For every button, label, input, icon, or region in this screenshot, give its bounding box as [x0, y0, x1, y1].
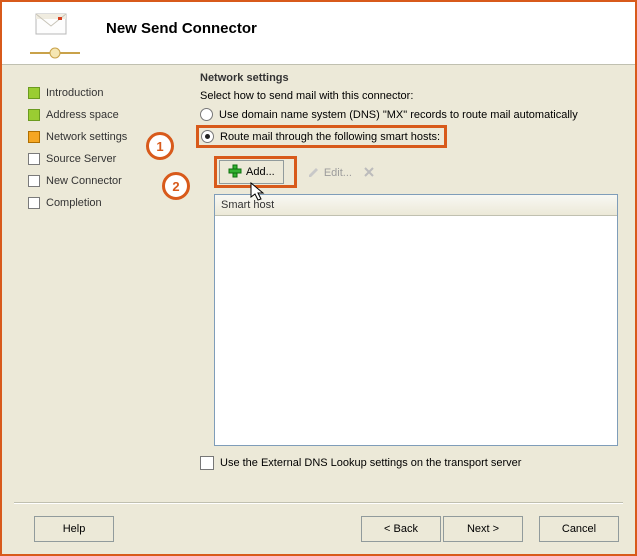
- step-label: Source Server: [46, 153, 116, 165]
- radio-label: Use domain name system (DNS) "MX" record…: [219, 109, 578, 121]
- step-address-space[interactable]: Address space: [28, 104, 178, 126]
- smart-hosts-list[interactable]: Smart host: [214, 194, 618, 446]
- step-label: Completion: [46, 197, 102, 209]
- cancel-button[interactable]: Cancel: [539, 516, 619, 542]
- checkbox-label: Use the External DNS Lookup settings on …: [220, 457, 521, 469]
- next-button[interactable]: Next >: [443, 516, 523, 542]
- external-dns-checkbox[interactable]: Use the External DNS Lookup settings on …: [200, 456, 618, 470]
- wizard-footer: Help < Back Next > Cancel: [2, 502, 635, 554]
- step-status-icon: [28, 153, 40, 165]
- radio-icon: [200, 108, 213, 121]
- step-status-icon: [28, 87, 40, 99]
- wizard-title: New Send Connector: [106, 20, 257, 37]
- remove-button: [363, 166, 375, 181]
- pencil-icon: [308, 166, 320, 181]
- step-completion[interactable]: Completion: [28, 192, 178, 214]
- step-label: Network settings: [46, 131, 127, 143]
- step-label: Introduction: [46, 87, 103, 99]
- radio-icon: [201, 130, 214, 143]
- smart-hosts-toolbar: Add...: [219, 159, 284, 185]
- group-title: Network settings: [200, 70, 618, 90]
- mail-icon-base: [30, 46, 80, 60]
- smart-hosts-toolbar-highlight: Add...: [214, 156, 297, 188]
- wizard-steps: Introduction Address space Network setti…: [28, 82, 178, 214]
- step-introduction[interactable]: Introduction: [28, 82, 178, 104]
- step-network-settings[interactable]: Network settings: [28, 126, 178, 148]
- step-status-icon: [28, 109, 40, 121]
- plus-icon: [228, 164, 242, 181]
- radio-smart-hosts[interactable]: Route mail through the following smart h…: [196, 125, 447, 148]
- edit-button-label: Edit...: [324, 167, 352, 179]
- wizard-content: Network settings Select how to send mail…: [200, 70, 618, 488]
- step-status-icon: [28, 131, 40, 143]
- x-icon: [363, 166, 375, 181]
- prompt-text: Select how to send mail with this connec…: [200, 90, 618, 102]
- step-label: Address space: [46, 109, 119, 121]
- step-source-server[interactable]: Source Server: [28, 148, 178, 170]
- list-column-header[interactable]: Smart host: [215, 195, 617, 216]
- add-button-label: Add...: [246, 166, 275, 178]
- wizard-window: New Send Connector Introduction Address …: [0, 0, 637, 556]
- radio-dns-mx[interactable]: Use domain name system (DNS) "MX" record…: [200, 108, 618, 121]
- edit-button: Edit...: [308, 166, 352, 181]
- mail-envelope-icon: [30, 10, 74, 46]
- step-status-icon: [28, 175, 40, 187]
- checkbox-icon: [200, 456, 214, 470]
- step-label: New Connector: [46, 175, 122, 187]
- radio-label: Route mail through the following smart h…: [220, 131, 440, 143]
- footer-separator: [14, 502, 623, 504]
- step-new-connector[interactable]: New Connector: [28, 170, 178, 192]
- wizard-header: New Send Connector: [2, 2, 635, 65]
- add-button[interactable]: Add...: [219, 160, 284, 184]
- back-button[interactable]: < Back: [361, 516, 441, 542]
- help-button[interactable]: Help: [34, 516, 114, 542]
- step-status-icon: [28, 197, 40, 209]
